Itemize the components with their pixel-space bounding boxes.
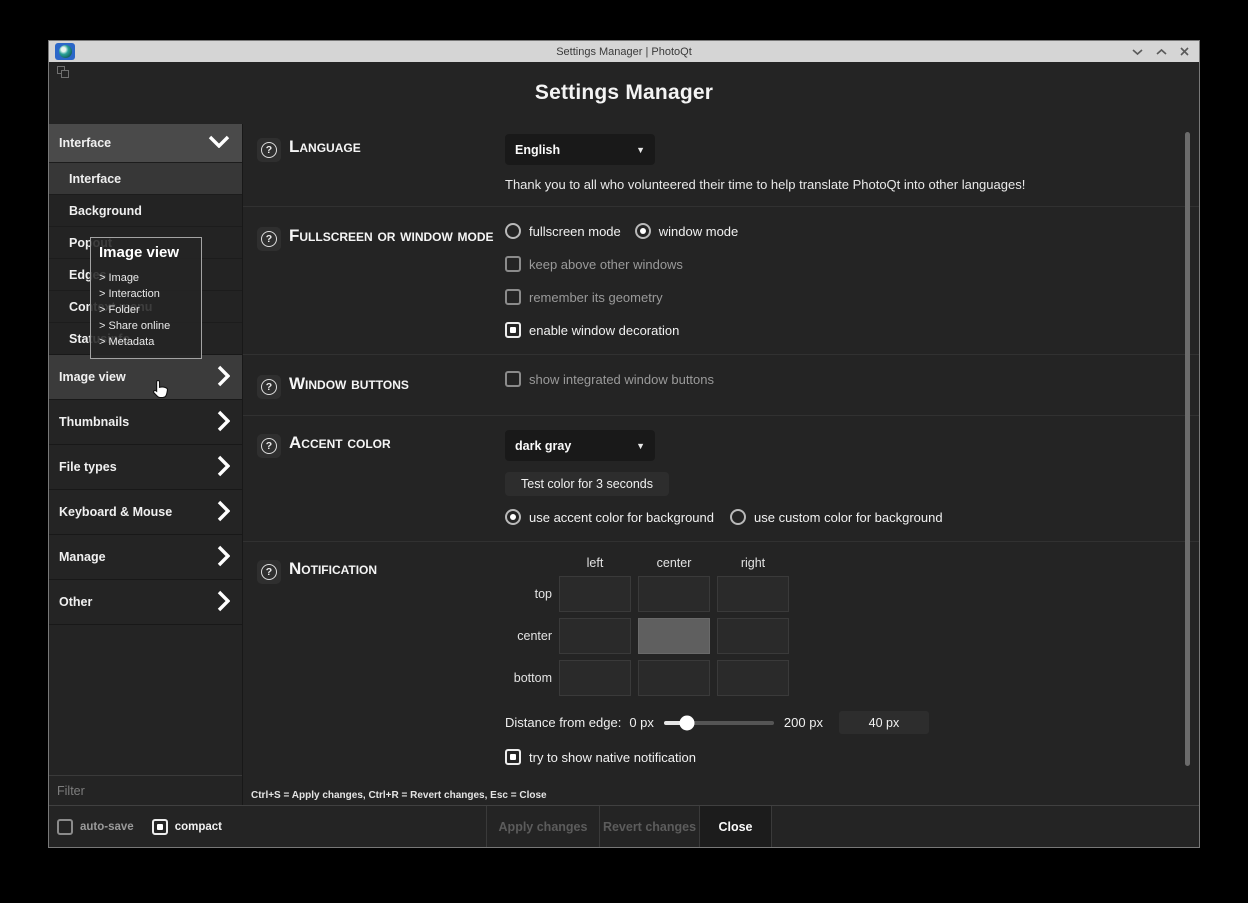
section-title-language: Language [289, 134, 505, 159]
language-note: Thank you to all who volunteered their t… [505, 177, 1199, 192]
test-color-button[interactable]: Test color for 3 seconds [505, 472, 669, 496]
integrated-window-buttons-checkbox[interactable] [505, 371, 521, 387]
chevron-right-icon [217, 410, 230, 435]
position-cell-center-center[interactable] [638, 618, 710, 654]
help-icon[interactable]: ? [257, 375, 281, 399]
sidebar-category-file-types[interactable]: File types [49, 444, 242, 489]
custom-background-radio[interactable] [730, 509, 746, 525]
distance-value-box[interactable]: 40 px [839, 711, 929, 734]
position-cell-top-left[interactable] [559, 576, 631, 612]
popout-window-icon[interactable] [57, 66, 70, 79]
position-cell-center-right[interactable] [717, 618, 789, 654]
section-title-fullscreen: Fullscreen or window mode [289, 223, 505, 248]
compact-checkbox[interactable] [152, 819, 168, 835]
native-notification-checkbox[interactable] [505, 749, 521, 765]
sidebar-category-keyboard-mouse[interactable]: Keyboard & Mouse [49, 489, 242, 534]
page-title: Settings Manager [535, 81, 713, 105]
position-cell-top-center[interactable] [638, 576, 710, 612]
sidebar-category-other[interactable]: Other [49, 579, 242, 624]
close-button[interactable]: Close [699, 806, 772, 847]
filter-box [49, 775, 242, 805]
language-dropdown[interactable]: English ▼ [505, 134, 655, 165]
sidebar-category-interface[interactable]: Interface [49, 124, 242, 162]
position-cell-bottom-right[interactable] [717, 660, 789, 696]
chevron-down-icon [208, 135, 230, 151]
apply-changes-button[interactable]: Apply changes [486, 806, 599, 847]
distance-slider[interactable] [664, 721, 774, 725]
help-icon[interactable]: ? [257, 138, 281, 162]
sidebar-subitem-background[interactable]: Background [49, 194, 242, 226]
section-title-window-buttons: Window buttons [289, 371, 505, 396]
sidebar: Interface Interface Background Popout Ed… [49, 124, 243, 805]
help-icon[interactable]: ? [257, 434, 281, 458]
position-cell-center-left[interactable] [559, 618, 631, 654]
titlebar: Settings Manager | PhotoQt [49, 41, 1199, 62]
window-decoration-checkbox[interactable] [505, 322, 521, 338]
position-cell-bottom-left[interactable] [559, 660, 631, 696]
position-cell-bottom-center[interactable] [638, 660, 710, 696]
sidebar-spacer [49, 624, 242, 775]
position-cell-top-right[interactable] [717, 576, 789, 612]
remember-geometry-checkbox[interactable] [505, 289, 521, 305]
shortcut-hints: Ctrl+S = Apply changes, Ctrl+R = Revert … [251, 790, 547, 801]
image-view-tooltip: Image view > Image > Interaction > Folde… [90, 237, 202, 359]
bottom-bar: auto-save compact Apply changes Revert c… [49, 805, 1199, 847]
accent-color-dropdown[interactable]: dark gray ▼ [505, 430, 655, 461]
dropdown-arrow-icon: ▼ [636, 441, 645, 451]
section-title-accent-color: Accent color [289, 430, 505, 455]
chevron-right-icon [217, 500, 230, 525]
scrollbar-thumb[interactable] [1185, 132, 1190, 766]
sidebar-category-image-view[interactable]: Image view [49, 354, 242, 399]
fullscreen-mode-radio[interactable] [505, 223, 521, 239]
keep-above-checkbox[interactable] [505, 256, 521, 272]
filter-input[interactable] [49, 776, 242, 805]
chevron-right-icon [217, 365, 230, 390]
notification-position-grid: left center right top [505, 556, 1199, 696]
help-icon[interactable]: ? [257, 560, 281, 584]
slider-handle[interactable] [680, 715, 695, 730]
chevron-right-icon [217, 545, 230, 570]
help-icon[interactable]: ? [257, 227, 281, 251]
dropdown-arrow-icon: ▼ [636, 145, 645, 155]
revert-changes-button[interactable]: Revert changes [599, 806, 699, 847]
window-title: Settings Manager | PhotoQt [49, 46, 1199, 58]
auto-save-checkbox[interactable] [57, 819, 73, 835]
settings-window: Settings Manager | PhotoQt Settings Mana… [48, 40, 1200, 848]
settings-pane: ? Language English ▼ Thank you to all wh… [243, 124, 1199, 805]
chevron-right-icon [217, 455, 230, 480]
window-mode-radio[interactable] [635, 223, 651, 239]
accent-background-radio[interactable] [505, 509, 521, 525]
sidebar-category-thumbnails[interactable]: Thumbnails [49, 399, 242, 444]
sidebar-subitem-interface[interactable]: Interface [49, 162, 242, 194]
sidebar-category-manage[interactable]: Manage [49, 534, 242, 579]
section-title-notification: Notification [289, 556, 505, 581]
chevron-right-icon [217, 590, 230, 615]
